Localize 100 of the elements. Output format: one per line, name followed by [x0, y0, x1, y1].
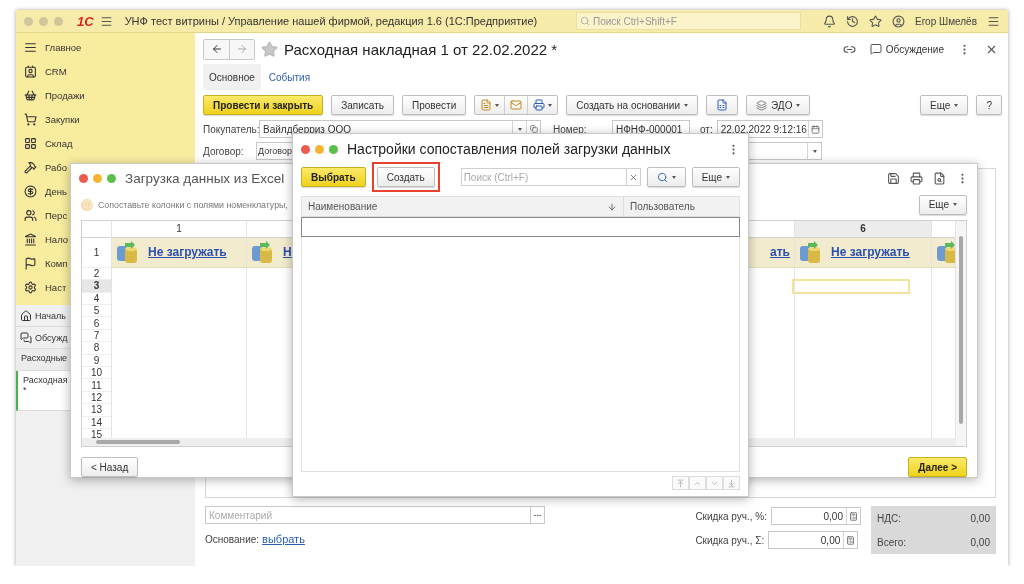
hint-text: Сопоставьте колонки с полями номенклатуры, [98, 199, 288, 210]
row-number: 12 [82, 391, 111, 405]
nav-link[interactable]: Началь [35, 310, 66, 321]
calendar-icon[interactable] [810, 124, 820, 134]
database-icon [251, 240, 275, 265]
section-link[interactable]: CRM [45, 65, 67, 77]
menu-icon[interactable] [99, 14, 113, 28]
section-link[interactable]: Наст [45, 281, 67, 293]
discount-percent-field[interactable]: 0,00 [771, 507, 861, 525]
header-cell[interactable]: Пользователь [624, 197, 739, 216]
active-cell[interactable] [793, 280, 909, 293]
help-button[interactable]: ? [976, 95, 1002, 115]
create-button[interactable]: Создать [376, 167, 435, 187]
tab[interactable]: События [262, 64, 317, 90]
arrow-top-icon [676, 478, 685, 488]
row-number: 5 [82, 305, 111, 318]
field-link[interactable]: ать [770, 245, 790, 260]
section-link[interactable]: День [45, 185, 67, 197]
search-icon [580, 16, 590, 26]
save-button[interactable]: Записать [331, 95, 394, 115]
menu-icon[interactable] [987, 14, 1000, 28]
more-button[interactable]: Еще [691, 167, 740, 187]
database-icon [799, 240, 823, 265]
building-icon[interactable] [24, 232, 37, 246]
more-button[interactable]: Еще [920, 95, 969, 115]
star-icon[interactable] [261, 40, 278, 58]
field-link[interactable]: Н [283, 245, 292, 260]
arrow-left-icon [210, 43, 223, 55]
select-button[interactable]: Выбрать [301, 167, 366, 187]
close-light-icon[interactable] [301, 144, 310, 154]
history-icon[interactable] [846, 14, 859, 28]
column-header[interactable]: Пользователь [630, 201, 695, 212]
section-link[interactable]: Комп [45, 257, 68, 269]
header-cell[interactable]: Наименование [302, 197, 624, 216]
user-name[interactable]: Егор Шмелёв [915, 15, 977, 27]
more-button[interactable]: Еще [918, 194, 967, 215]
sheet-icon [716, 99, 728, 111]
structure-button[interactable] [706, 95, 738, 115]
selected-row[interactable] [301, 217, 740, 237]
arrow-right-icon [236, 43, 248, 55]
column-header[interactable]: Наименование [308, 201, 378, 212]
flag-icon[interactable] [24, 256, 37, 270]
discount-sum-field[interactable]: 0,00 [768, 531, 859, 549]
section-link[interactable]: Главное [45, 41, 82, 53]
comment-field[interactable]: Комментарий [205, 506, 531, 524]
search-field[interactable]: Поиск (Ctrl+F) [460, 168, 627, 186]
section-link[interactable]: Склад [45, 137, 73, 149]
nav-link[interactable]: Обсужд [35, 332, 68, 343]
back-button[interactable]: < Назад [81, 457, 139, 477]
field-label: Номер: [553, 123, 588, 135]
grid-icon[interactable] [24, 136, 37, 150]
search-field[interactable]: Поиск Ctrl+Shift+F [576, 12, 801, 30]
app-logo: 1С [77, 13, 94, 29]
date-field[interactable]: 22.02.2022 9:12:16 [716, 120, 823, 138]
basket-icon[interactable] [24, 88, 37, 102]
section-link[interactable]: Закупки [45, 113, 80, 125]
list-icon[interactable] [24, 40, 37, 54]
chat-icon[interactable] [20, 331, 32, 344]
section-link[interactable]: Продажи [45, 89, 85, 101]
section-link[interactable]: Рабо [45, 161, 68, 173]
tools-icon[interactable] [24, 160, 37, 174]
id-card-icon[interactable] [24, 64, 37, 78]
close-light-icon[interactable] [79, 174, 88, 184]
zoom-light-icon[interactable] [107, 174, 116, 184]
vertical-scrollbar[interactable] [956, 220, 966, 446]
mail-icon [510, 99, 523, 111]
vat-label: НДС: [877, 512, 901, 524]
calculator-icon[interactable] [846, 535, 856, 545]
home-icon[interactable] [20, 309, 32, 322]
database-icon [936, 240, 955, 265]
user-icon[interactable] [892, 14, 905, 28]
info-icon [81, 198, 93, 211]
database-icon [116, 240, 140, 265]
row-number: 13 [82, 404, 111, 417]
create-based-button[interactable]: Создать на основании [566, 95, 698, 115]
zoom-light-icon[interactable] [329, 144, 338, 154]
search-button[interactable] [646, 167, 686, 187]
section-link[interactable]: Нало [45, 233, 69, 245]
row-number: 6 [82, 317, 111, 330]
cart-icon[interactable] [24, 112, 37, 126]
clear-button[interactable] [626, 168, 641, 186]
select-button[interactable] [531, 506, 545, 524]
post-and-close-button[interactable]: Провести и закрыть [203, 95, 324, 115]
people-icon[interactable] [24, 208, 37, 222]
star-icon[interactable] [869, 14, 882, 28]
edo-button[interactable]: ЭДО [746, 95, 811, 115]
settings-icon[interactable] [24, 280, 37, 294]
section-link[interactable]: Перс [45, 209, 68, 221]
calculator-icon[interactable] [849, 511, 858, 521]
save-icon[interactable] [887, 172, 900, 186]
print-icon[interactable] [910, 172, 923, 186]
tab[interactable]: Основное [203, 64, 261, 90]
coin-icon[interactable] [24, 184, 37, 198]
next-button[interactable]: Далее > [908, 457, 967, 477]
preview-icon[interactable] [933, 172, 946, 186]
post-button[interactable]: Провести [402, 95, 467, 115]
discussion-button[interactable]: Обсуждение [869, 43, 944, 55]
select-link[interactable]: выбрать [262, 533, 305, 545]
bell-icon[interactable] [823, 14, 836, 28]
row-number: 10 [82, 366, 111, 380]
